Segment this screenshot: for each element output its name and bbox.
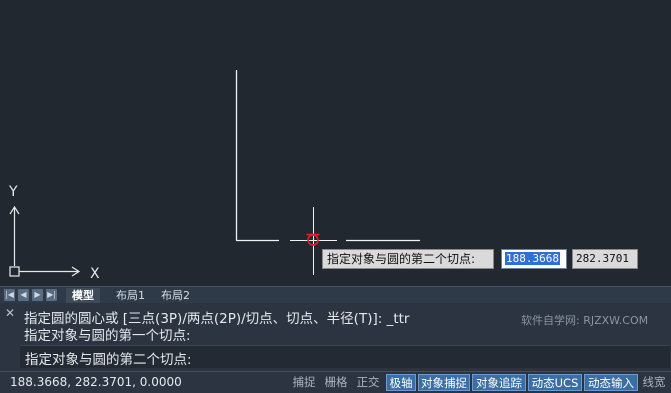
- watermark: 软件自学网: RJZXW.COM: [521, 314, 649, 327]
- prev-tab-icon[interactable]: ◀: [18, 289, 29, 301]
- next-tab-icon[interactable]: ▶: [32, 289, 43, 301]
- snap-toggle[interactable]: 捕捉: [290, 374, 318, 391]
- drawing-canvas[interactable]: Y X 指定对象与圆的第二个切点: 188.3668 282.3701: [0, 0, 671, 286]
- command-input[interactable]: 指定对象与圆的第二个切点:: [20, 345, 670, 368]
- dynamic-input-y-field[interactable]: 282.3701: [572, 249, 638, 269]
- grid-toggle[interactable]: 栅格: [322, 374, 350, 391]
- ortho-toggle[interactable]: 正交: [354, 374, 382, 391]
- command-window: ✕ 指定圆的圆心或 [三点(3P)/两点(2P)/切点、切点、半径(T)]: _…: [0, 303, 671, 371]
- tab-layout1[interactable]: 布局1: [110, 288, 151, 303]
- tab-model[interactable]: 模型: [66, 288, 100, 303]
- axis-x-label: X: [90, 266, 100, 282]
- dynamic-input-x-value: 188.3668: [505, 252, 560, 265]
- polar-toggle[interactable]: 极轴: [386, 374, 416, 391]
- command-current-prompt: 指定对象与圆的第二个切点:: [25, 352, 192, 368]
- dynamic-input-toggle[interactable]: 动态输入: [584, 374, 638, 391]
- close-icon[interactable]: ✕: [5, 306, 15, 320]
- cursor-coordinates: 188.3668, 282.3701, 0.0000: [10, 375, 182, 389]
- layout-tab-bar: |◀ ◀ ▶ ▶| 模型 布局1 布局2: [0, 286, 671, 304]
- lineweight-toggle[interactable]: 线宽: [640, 374, 668, 391]
- drawing-svg: Y X: [8, 70, 420, 282]
- dynamic-input-prompt: 指定对象与圆的第二个切点:: [322, 249, 494, 269]
- dynamic-ucs-toggle[interactable]: 动态UCS: [528, 374, 582, 391]
- object-tracking-toggle[interactable]: 对象追踪: [472, 374, 526, 391]
- status-bar: 188.3668, 282.3701, 0.0000 捕捉 栅格 正交 极轴 对…: [0, 371, 671, 393]
- first-tab-icon[interactable]: |◀: [4, 289, 15, 301]
- dynamic-input-x-field[interactable]: 188.3668: [501, 249, 567, 269]
- axis-y-label: Y: [8, 184, 18, 200]
- tab-layout2[interactable]: 布局2: [155, 288, 196, 303]
- last-tab-icon[interactable]: ▶|: [46, 289, 57, 301]
- object-snap-toggle[interactable]: 对象捕捉: [418, 374, 470, 391]
- command-history-line: 指定对象与圆的第一个切点:: [24, 328, 191, 344]
- ucs-icon: Y X: [8, 184, 100, 282]
